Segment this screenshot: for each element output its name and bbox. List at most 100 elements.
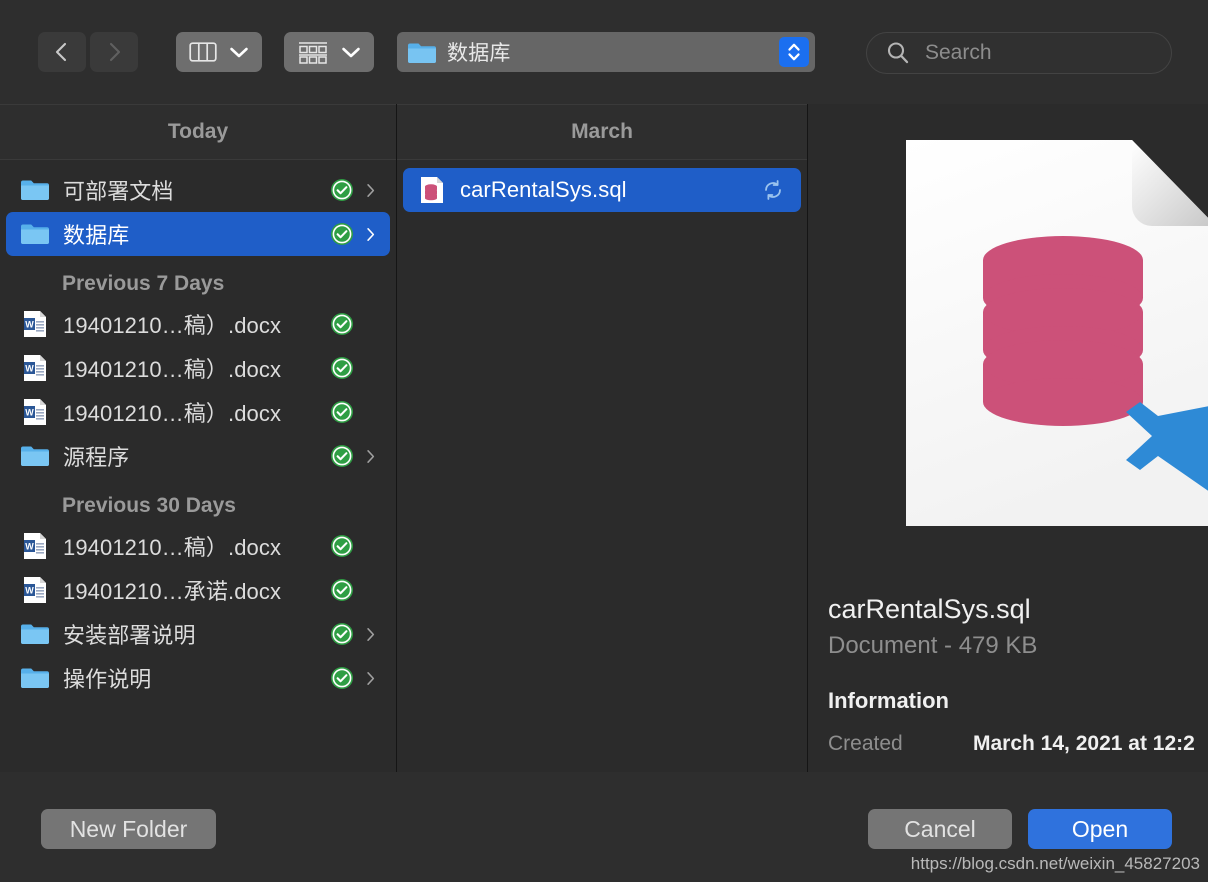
search-icon: [887, 42, 909, 64]
list-item[interactable]: 可部署文档: [6, 168, 390, 212]
icloud-downloaded-badge: [331, 579, 353, 601]
chevron-right-icon: [366, 449, 374, 463]
disclosure-chevron[interactable]: [360, 181, 380, 200]
icloud-downloaded-badge: [331, 535, 353, 557]
column-view-icon: [189, 42, 217, 62]
icloud-sync-icon: [765, 180, 781, 200]
footer: New Folder Cancel Open https://blog.csdn…: [0, 772, 1208, 882]
chevron-down-icon: [230, 47, 248, 57]
search-input[interactable]: Search: [925, 41, 992, 65]
list-item[interactable]: carRentalSys.sql: [403, 168, 801, 212]
file-name-label: 源程序: [63, 445, 130, 470]
path-popup-button[interactable]: 数据库: [397, 32, 815, 72]
column-recents: Today 可部署文档数据库 Previous 7 Days W 19401210…稿…: [0, 104, 396, 772]
list-item[interactable]: 源程序: [6, 434, 390, 478]
icloud-downloaded-badge: [331, 313, 353, 335]
new-folder-button[interactable]: New Folder: [41, 809, 216, 849]
file-name-label: 安装部署说明: [63, 623, 196, 648]
file-name-label: 19401210…稿）.docx: [63, 357, 282, 382]
back-button[interactable]: [38, 32, 86, 72]
word-doc-icon: W: [24, 533, 46, 559]
path-label: 数据库: [447, 42, 511, 65]
preview-section-title: Information: [828, 688, 949, 713]
path-stepper[interactable]: [779, 37, 809, 67]
svg-text:W: W: [25, 364, 34, 374]
svg-text:W: W: [25, 586, 34, 596]
arrange-button[interactable]: [284, 32, 374, 72]
icloud-downloaded-badge: [331, 623, 353, 645]
preview-info: carRentalSys.sql Document - 479 KB Infor…: [828, 594, 1208, 756]
svg-text:W: W: [25, 320, 34, 330]
list-item[interactable]: W 19401210…稿）.docx: [6, 302, 390, 346]
file-name-label: 操作说明: [63, 667, 152, 692]
file-name-label: 19401210…承诺.docx: [63, 579, 282, 604]
file-name-label: 19401210…稿）.docx: [63, 401, 282, 426]
column-recents-header-label: Today: [167, 120, 229, 143]
open-button[interactable]: Open: [1028, 809, 1172, 849]
view-mode-button[interactable]: [176, 32, 262, 72]
icloud-downloaded-badge: [331, 223, 353, 245]
word-doc-icon: W: [24, 399, 46, 425]
search-field[interactable]: Search: [866, 32, 1172, 74]
group-header: Previous 7 Days: [0, 256, 396, 302]
list-item[interactable]: W 19401210…承诺.docx: [6, 568, 390, 612]
icloud-downloaded-badge: [331, 667, 353, 689]
column-recents-header: Today: [0, 104, 396, 160]
navigation-buttons: [38, 32, 138, 72]
svg-text:W: W: [25, 408, 34, 418]
column-files-header: March: [397, 104, 807, 160]
list-item[interactable]: 数据库: [6, 212, 390, 256]
preview-info-row: Created March 14, 2021 at 12:2: [828, 732, 1208, 756]
stepper-updown-icon: [788, 43, 800, 61]
file-name-label: 19401210…稿）.docx: [63, 535, 282, 560]
database-cylinder-icon: [983, 236, 1143, 426]
chevron-down-icon: [342, 47, 360, 57]
disclosure-chevron[interactable]: [360, 225, 380, 244]
toolbar: 数据库 Search: [0, 0, 1208, 104]
column-divider-2[interactable]: [807, 104, 808, 772]
chevron-right-icon: [366, 183, 374, 197]
preview-info-value: March 14, 2021 at 12:2: [973, 732, 1195, 755]
icloud-downloaded-badge: [331, 445, 353, 467]
folder-icon: [21, 624, 49, 644]
column-divider-1[interactable]: [396, 104, 397, 772]
list-item[interactable]: 操作说明: [6, 656, 390, 700]
folder-icon: [408, 43, 436, 63]
disclosure-chevron[interactable]: [360, 447, 380, 466]
column-preview: carRentalSys.sql Document - 479 KB Infor…: [808, 104, 1208, 772]
group-header: Previous 30 Days: [0, 478, 396, 524]
list-item[interactable]: W 19401210…稿）.docx: [6, 390, 390, 434]
recents-list: 可部署文档数据库 Previous 7 Days W 19401210…稿）.docx…: [0, 160, 396, 700]
files-list: carRentalSys.sql: [397, 160, 807, 212]
column-files-header-label: March: [571, 120, 633, 143]
icloud-downloaded-badge: [331, 401, 353, 423]
list-item[interactable]: W 19401210…稿）.docx: [6, 524, 390, 568]
folder-icon: [21, 180, 49, 200]
preview-info-rows: Created March 14, 2021 at 12:2: [828, 732, 1208, 756]
chevron-right-icon: [366, 671, 374, 685]
cancel-button[interactable]: Cancel: [868, 809, 1012, 849]
file-name-label: 可部署文档: [63, 179, 174, 204]
file-name-label: 19401210…稿）.docx: [63, 313, 282, 338]
sql-document-icon: [421, 177, 443, 203]
folder-icon: [21, 446, 49, 466]
column-files: March carRentalSys.sql: [397, 104, 807, 772]
disclosure-chevron[interactable]: [360, 625, 380, 644]
word-doc-icon: W: [24, 355, 46, 381]
icloud-downloaded-badge: [331, 357, 353, 379]
group-arrange-icon: [299, 41, 327, 64]
disclosure-chevron[interactable]: [360, 669, 380, 688]
group-header-label: Previous 30 Days: [62, 494, 236, 517]
chevron-right-icon: [366, 227, 374, 241]
list-item[interactable]: 安装部署说明: [6, 612, 390, 656]
preview-info-key: Created: [828, 732, 903, 755]
preview-file-name: carRentalSys.sql: [828, 594, 1031, 624]
file-name-label: carRentalSys.sql: [460, 177, 627, 202]
file-picker-dialog: 数据库 Search Today 可部署文档 数据库 Previous 7 Days…: [0, 0, 1208, 882]
forward-button[interactable]: [90, 32, 138, 72]
chevron-right-icon: [109, 42, 121, 62]
chevron-right-icon: [366, 627, 374, 641]
preview-file-icon: [900, 134, 1208, 534]
list-item[interactable]: W 19401210…稿）.docx: [6, 346, 390, 390]
group-header-label: Previous 7 Days: [62, 272, 225, 295]
